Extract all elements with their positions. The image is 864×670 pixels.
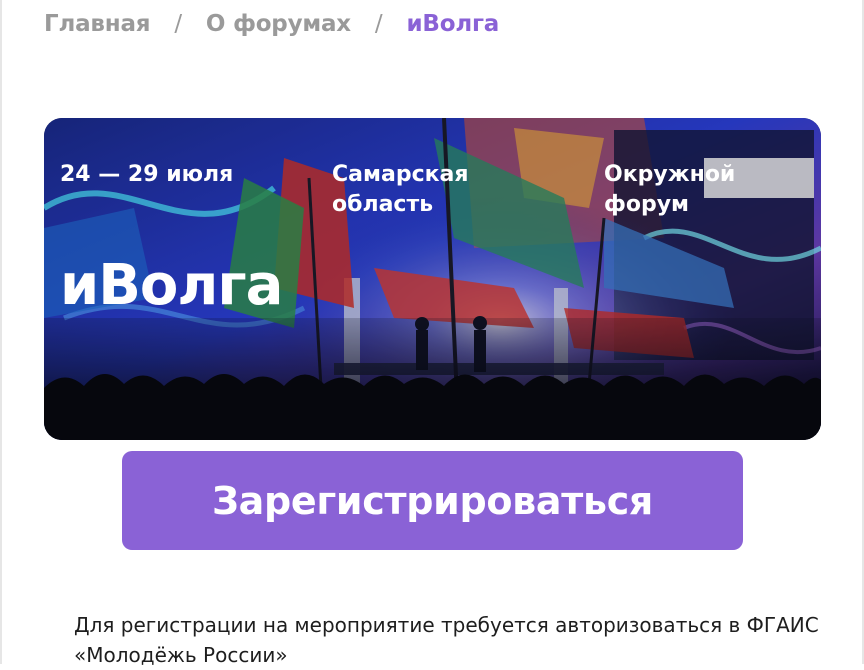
breadcrumb-home-link[interactable]: Главная <box>44 11 151 37</box>
forum-type: Окружной форум <box>604 162 736 217</box>
breadcrumb: Главная / О форумах / иВолга <box>44 8 499 40</box>
forum-banner: 24 — 29 июля Самарская область Окружной … <box>44 118 821 440</box>
breadcrumb-current: иВолга <box>406 11 500 37</box>
registration-note: Для регистрации на мероприятие требуется… <box>74 613 819 667</box>
register-button[interactable]: Зарегистрироваться <box>122 451 743 550</box>
breadcrumb-separator: / <box>374 11 383 37</box>
forum-region: Самарская область <box>332 162 469 217</box>
forum-title: иВолга <box>60 253 283 318</box>
breadcrumb-separator: / <box>174 11 182 37</box>
forum-dates: 24 — 29 июля <box>60 162 234 187</box>
breadcrumb-about-forums-link[interactable]: О форумах <box>206 11 351 37</box>
